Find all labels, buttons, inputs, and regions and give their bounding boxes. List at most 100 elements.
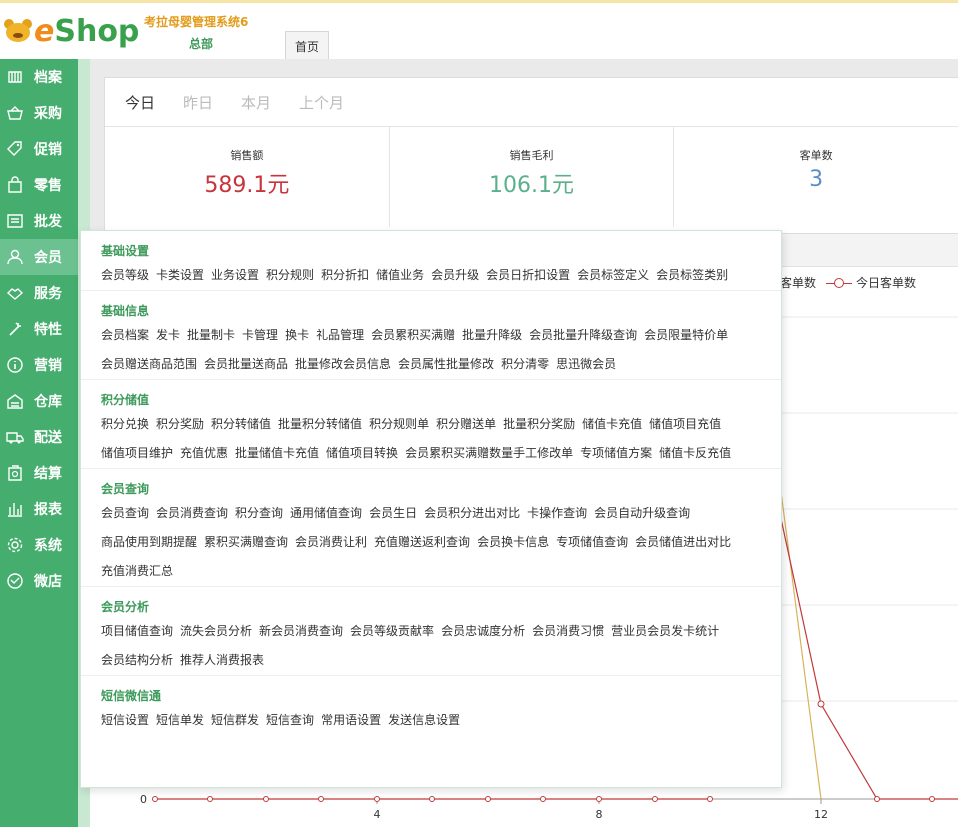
menu-link[interactable]: 换卡 <box>285 321 309 350</box>
menu-link[interactable]: 积分规则单 <box>369 410 429 439</box>
menu-link[interactable]: 积分赠送单 <box>436 410 496 439</box>
menu-link[interactable]: 会员等级贡献率 <box>350 617 434 646</box>
menu-link[interactable]: 卡类设置 <box>156 261 204 290</box>
menu-link[interactable]: 会员生日 <box>369 499 417 528</box>
menu-link[interactable]: 专项储值方案 <box>580 439 652 468</box>
menu-link[interactable]: 积分折扣 <box>321 261 369 290</box>
sidebar-item-7[interactable]: 特性 <box>0 311 78 347</box>
menu-link[interactable]: 会员累积买满赠 <box>371 321 455 350</box>
sidebar-item-0[interactable]: 档案 <box>0 59 78 95</box>
menu-link[interactable]: 积分规则 <box>266 261 314 290</box>
menu-link[interactable]: 积分转储值 <box>211 410 271 439</box>
sidebar-item-2[interactable]: 促销 <box>0 131 78 167</box>
menu-link[interactable]: 会员储值进出对比 <box>635 528 731 557</box>
menu-link[interactable]: 卡操作查询 <box>527 499 587 528</box>
menu-link[interactable]: 商品使用到期提醒 <box>101 528 197 557</box>
menu-link[interactable]: 会员结构分析 <box>101 646 173 675</box>
menu-link[interactable]: 短信设置 <box>101 706 149 735</box>
menu-link[interactable]: 批量升降级 <box>462 321 522 350</box>
menu-link[interactable]: 储值项目转换 <box>326 439 398 468</box>
menu-link[interactable]: 会员自动升级查询 <box>594 499 690 528</box>
menu-link[interactable]: 会员日折扣设置 <box>486 261 570 290</box>
menu-link[interactable]: 会员升级 <box>431 261 479 290</box>
menu-link[interactable]: 批量制卡 <box>187 321 235 350</box>
menu-link[interactable]: 礼品管理 <box>316 321 364 350</box>
menu-link[interactable]: 会员忠诚度分析 <box>441 617 525 646</box>
menu-link[interactable]: 充值消费汇总 <box>101 557 173 586</box>
menu-link[interactable]: 会员消费让利 <box>295 528 367 557</box>
menu-link[interactable]: 会员查询 <box>101 499 149 528</box>
menu-link[interactable]: 批量储值卡充值 <box>235 439 319 468</box>
sidebar-item-11[interactable]: 结算 <box>0 455 78 491</box>
period-tab-3[interactable]: 上个月 <box>299 92 344 113</box>
sidebar-item-6[interactable]: 服务 <box>0 275 78 311</box>
menu-link[interactable]: 储值卡反充值 <box>659 439 731 468</box>
menu-link[interactable]: 专项储值查询 <box>556 528 628 557</box>
menu-link[interactable]: 思迅微会员 <box>556 350 616 379</box>
menu-link[interactable]: 短信查询 <box>266 706 314 735</box>
menu-link[interactable]: 会员批量升降级查询 <box>529 321 637 350</box>
menu-link[interactable]: 充值优惠 <box>180 439 228 468</box>
sidebar-item-13[interactable]: 系统 <box>0 527 78 563</box>
menu-link[interactable]: 会员累积买满赠数量手工修改单 <box>405 439 573 468</box>
sidebar-item-5[interactable]: 会员 <box>0 239 78 275</box>
sidebar-item-1[interactable]: 采购 <box>0 95 78 131</box>
menu-link[interactable]: 项目储值查询 <box>101 617 173 646</box>
menu-link[interactable]: 会员换卡信息 <box>477 528 549 557</box>
menu-link[interactable]: 会员属性批量修改 <box>398 350 494 379</box>
menu-link[interactable]: 营业员会员发卡统计 <box>611 617 719 646</box>
menu-link[interactable]: 发卡 <box>156 321 180 350</box>
menu-link[interactable]: 会员消费习惯 <box>532 617 604 646</box>
menu-link[interactable]: 积分奖励 <box>156 410 204 439</box>
menu-link[interactable]: 会员赠送商品范围 <box>101 350 197 379</box>
menu-link[interactable]: 新会员消费查询 <box>259 617 343 646</box>
menu-link[interactable]: 积分兑换 <box>101 410 149 439</box>
menu-link[interactable]: 会员标签定义 <box>577 261 649 290</box>
menu-link[interactable]: 会员档案 <box>101 321 149 350</box>
cash-register-icon <box>6 464 24 482</box>
menu-link[interactable]: 发送信息设置 <box>388 706 460 735</box>
menu-link[interactable]: 会员消费查询 <box>156 499 228 528</box>
menu-link[interactable]: 储值项目充值 <box>649 410 721 439</box>
branch-name[interactable]: 总部 <box>189 35 213 52</box>
menu-link[interactable]: 短信群发 <box>211 706 259 735</box>
period-tab-1[interactable]: 昨日 <box>183 92 213 113</box>
menu-link[interactable]: 积分查询 <box>235 499 283 528</box>
menu-link[interactable]: 批量积分转储值 <box>278 410 362 439</box>
menu-link[interactable]: 积分清零 <box>501 350 549 379</box>
sidebar-item-8[interactable]: 营销 <box>0 347 78 383</box>
menu-link[interactable]: 推荐人消费报表 <box>180 646 264 675</box>
menu-link[interactable]: 累积买满赠查询 <box>204 528 288 557</box>
menu-link[interactable]: 短信单发 <box>156 706 204 735</box>
stat-value[interactable]: 589.1元 <box>105 167 389 199</box>
menu-link[interactable]: 充值赠送返利查询 <box>374 528 470 557</box>
menu-link[interactable]: 流失会员分析 <box>180 617 252 646</box>
menu-link[interactable]: 储值业务 <box>376 261 424 290</box>
sidebar-item-12[interactable]: 报表 <box>0 491 78 527</box>
menu-link[interactable]: 会员限量特价单 <box>644 321 728 350</box>
shopping-bag-icon <box>6 176 24 194</box>
menu-link[interactable]: 会员等级 <box>101 261 149 290</box>
tab-home[interactable]: 首页 <box>285 31 329 60</box>
menu-link[interactable]: 业务设置 <box>211 261 259 290</box>
sidebar-item-9[interactable]: 仓库 <box>0 383 78 419</box>
menu-link[interactable]: 批量修改会员信息 <box>295 350 391 379</box>
menu-link[interactable]: 会员批量送商品 <box>204 350 288 379</box>
stat-value[interactable]: 106.1元 <box>390 167 674 199</box>
eshop-logo[interactable]: e Shop <box>4 11 139 51</box>
sidebar-item-3[interactable]: 零售 <box>0 167 78 203</box>
menu-link[interactable]: 通用储值查询 <box>290 499 362 528</box>
menu-link[interactable]: 储值项目维护 <box>101 439 173 468</box>
sidebar-item-4[interactable]: 批发 <box>0 203 78 239</box>
sidebar-item-10[interactable]: 配送 <box>0 419 78 455</box>
stat-value[interactable]: 3 <box>674 167 958 192</box>
period-tab-2[interactable]: 本月 <box>241 92 271 113</box>
menu-link[interactable]: 会员积分进出对比 <box>424 499 520 528</box>
menu-link[interactable]: 会员标签类别 <box>656 261 728 290</box>
menu-link[interactable]: 常用语设置 <box>321 706 381 735</box>
menu-link[interactable]: 储值卡充值 <box>582 410 642 439</box>
menu-link[interactable]: 批量积分奖励 <box>503 410 575 439</box>
sidebar-item-14[interactable]: 微店 <box>0 563 78 599</box>
period-tab-0[interactable]: 今日 <box>125 92 155 113</box>
menu-link[interactable]: 卡管理 <box>242 321 278 350</box>
